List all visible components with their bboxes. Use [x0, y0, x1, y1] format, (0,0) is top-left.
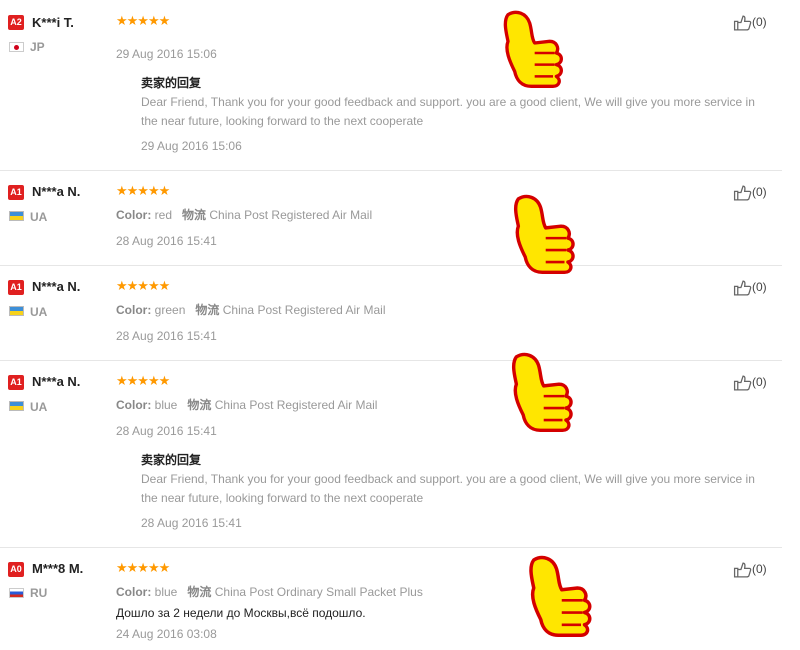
buyer-country: RU: [30, 586, 48, 600]
review-item: A2 K***i T. JP ★★★★★ 29 Aug 2016 15:06 卖…: [0, 0, 782, 171]
helpful-count: (0): [752, 15, 767, 30]
thumbs-up-icon: [733, 375, 752, 391]
seller-reply-text: Dear Friend, Thank you for your good fee…: [141, 472, 755, 505]
russia-flag-icon: [9, 588, 24, 598]
star-rating: ★★★★★: [116, 373, 170, 388]
buyer-country: JP: [30, 40, 45, 54]
shipping-label: 物流: [182, 208, 207, 222]
buyer-level-badge: A1: [8, 185, 24, 200]
buyer-name: N***a N.: [32, 374, 81, 389]
thumbs-up-sticker-icon: [511, 352, 573, 432]
seller-reply-text: Dear Friend, Thank you for your good fee…: [141, 95, 755, 128]
shipping-method: China Post Registered Air Mail: [214, 398, 378, 412]
buyer-level-badge: A1: [8, 280, 24, 295]
ukraine-flag-icon: [9, 401, 24, 411]
helpful-button[interactable]: (0): [732, 279, 767, 297]
shipping-label: 物流: [195, 303, 220, 317]
color-value: red: [154, 208, 173, 222]
review-item: A1 N***a N. UA ★★★★★ Color: green 物流 Chi…: [0, 265, 782, 361]
shipping-method: China Post Registered Air Mail: [209, 208, 373, 222]
star-rating: ★★★★★: [116, 560, 170, 575]
seller-reply-date: 29 Aug 2016 15:06: [141, 139, 242, 153]
review-date: 28 Aug 2016 15:41: [116, 424, 217, 438]
color-value: blue: [154, 585, 178, 599]
order-info: Color: blue 物流 China Post Registered Air…: [116, 396, 377, 413]
review-date: 28 Aug 2016 15:41: [116, 329, 217, 343]
star-rating: ★★★★★: [116, 278, 170, 293]
buyer-level-badge: A0: [8, 562, 24, 577]
shipping-label: 物流: [187, 398, 212, 412]
helpful-count: (0): [752, 185, 767, 200]
thumbs-up-icon: [733, 280, 752, 296]
review-date: 29 Aug 2016 15:06: [116, 47, 217, 61]
review-item: A1 N***a N. UA ★★★★★ Color: red 物流 China…: [0, 170, 782, 274]
thumbs-up-icon: [733, 562, 752, 578]
shipping-method: China Post Ordinary Small Packet Plus: [214, 585, 423, 599]
ukraine-flag-icon: [9, 306, 24, 316]
japan-flag-icon: [9, 42, 24, 52]
shipping-label: 物流: [187, 585, 212, 599]
buyer-name: N***a N.: [32, 279, 81, 294]
thumbs-up-sticker-icon: [513, 194, 575, 274]
buyer-level-badge: A1: [8, 375, 24, 390]
buyer-name: K***i T.: [32, 15, 74, 30]
star-rating: ★★★★★: [116, 13, 170, 28]
helpful-count: (0): [752, 280, 767, 295]
color-label: Color:: [116, 398, 152, 412]
thumbs-up-sticker-icon: [529, 555, 592, 637]
color-value: green: [154, 303, 186, 317]
seller-reply-date: 28 Aug 2016 15:41: [141, 516, 242, 530]
buyer-country: UA: [30, 305, 48, 319]
helpful-button[interactable]: (0): [732, 374, 767, 392]
color-label: Color:: [116, 208, 152, 222]
ukraine-flag-icon: [9, 211, 24, 221]
helpful-count: (0): [752, 375, 767, 390]
star-rating: ★★★★★: [116, 183, 170, 198]
review-text: Дошло за 2 недели до Москвы,всё подошло.: [116, 606, 366, 620]
helpful-count: (0): [752, 562, 767, 577]
buyer-name: N***a N.: [32, 184, 81, 199]
helpful-button[interactable]: (0): [732, 14, 767, 32]
review-date: 24 Aug 2016 03:08: [116, 627, 217, 641]
review-item: A0 M***8 M. RU ★★★★★ Color: blue 物流 Chin…: [0, 547, 782, 650]
helpful-button[interactable]: (0): [732, 561, 767, 579]
buyer-level-badge: A2: [8, 15, 24, 30]
shipping-method: China Post Registered Air Mail: [222, 303, 386, 317]
color-value: blue: [154, 398, 178, 412]
color-label: Color:: [116, 585, 152, 599]
order-info: Color: red 物流 China Post Registered Air …: [116, 206, 372, 223]
helpful-button[interactable]: (0): [732, 184, 767, 202]
buyer-country: UA: [30, 210, 48, 224]
buyer-country: UA: [30, 400, 48, 414]
thumbs-up-icon: [733, 185, 752, 201]
thumbs-up-sticker-icon: [503, 10, 563, 88]
order-info: Color: blue 物流 China Post Ordinary Small…: [116, 583, 423, 600]
review-item: A1 N***a N. UA ★★★★★ Color: blue 物流 Chin…: [0, 352, 782, 548]
thumbs-up-icon: [733, 15, 752, 31]
seller-reply-title: 卖家的回复: [141, 453, 202, 467]
order-info: Color: green 物流 China Post Registered Ai…: [116, 301, 386, 318]
buyer-name: M***8 M.: [32, 561, 84, 576]
color-label: Color:: [116, 303, 152, 317]
review-date: 28 Aug 2016 15:41: [116, 234, 217, 248]
seller-reply-title: 卖家的回复: [141, 76, 202, 90]
